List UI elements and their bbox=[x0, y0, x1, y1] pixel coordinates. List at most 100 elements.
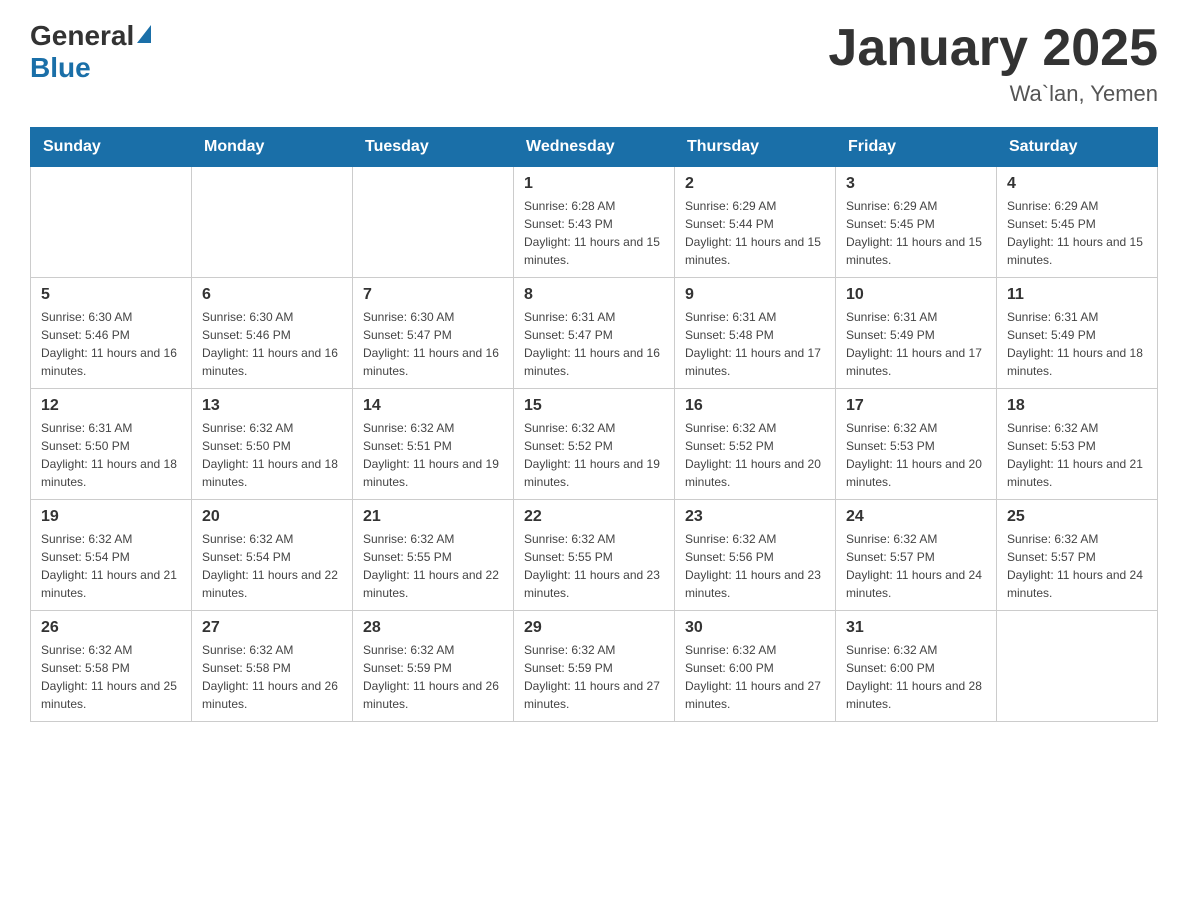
calendar-table: SundayMondayTuesdayWednesdayThursdayFrid… bbox=[30, 127, 1158, 722]
day-number: 6 bbox=[202, 286, 342, 304]
day-of-week-header: Monday bbox=[192, 128, 353, 167]
location-title: Wa`lan, Yemen bbox=[828, 81, 1158, 107]
calendar-cell: 13 Sunrise: 6:32 AMSunset: 5:50 PMDayligh… bbox=[192, 389, 353, 500]
calendar-cell: 27 Sunrise: 6:32 AMSunset: 5:58 PMDayligh… bbox=[192, 611, 353, 722]
day-info: Sunrise: 6:29 AMSunset: 5:44 PMDaylight:… bbox=[685, 197, 825, 269]
calendar-cell: 17Sunrise: 6:32 AMSunset: 5:53 PMDayligh… bbox=[836, 389, 997, 500]
day-number: 29 bbox=[524, 619, 664, 637]
day-number: 26 bbox=[41, 619, 181, 637]
calendar-week-row: 19Sunrise: 6:32 AMSunset: 5:54 PMDayligh… bbox=[31, 500, 1158, 611]
day-info: Sunrise: 6:32 AMSunset: 5:55 PMDaylight:… bbox=[363, 530, 503, 602]
calendar-cell: 21 Sunrise: 6:32 AMSunset: 5:55 PMDayligh… bbox=[353, 500, 514, 611]
day-number: 24 bbox=[846, 508, 986, 526]
logo-triangle-icon bbox=[137, 25, 151, 43]
day-info: Sunrise: 6:31 AMSunset: 5:48 PMDaylight:… bbox=[685, 308, 825, 380]
calendar-week-row: 1 Sunrise: 6:28 AMSunset: 5:43 PMDaylight… bbox=[31, 167, 1158, 278]
day-info: Sunrise: 6:32 AMSunset: 5:55 PMDaylight:… bbox=[524, 530, 664, 602]
calendar-cell: 14 Sunrise: 6:32 AMSunset: 5:51 PMDayligh… bbox=[353, 389, 514, 500]
day-number: 1 bbox=[524, 175, 664, 193]
day-info: Sunrise: 6:32 AMSunset: 5:58 PMDaylight:… bbox=[41, 641, 181, 713]
day-of-week-header: Wednesday bbox=[514, 128, 675, 167]
title-block: January 2025 Wa`lan, Yemen bbox=[828, 20, 1158, 107]
day-info: Sunrise: 6:29 AMSunset: 5:45 PMDaylight:… bbox=[1007, 197, 1147, 269]
day-number: 28 bbox=[363, 619, 503, 637]
day-info: Sunrise: 6:30 AMSunset: 5:47 PMDaylight:… bbox=[363, 308, 503, 380]
calendar-cell: 23Sunrise: 6:32 AMSunset: 5:56 PMDayligh… bbox=[675, 500, 836, 611]
calendar-cell bbox=[192, 167, 353, 278]
calendar-header-row: SundayMondayTuesdayWednesdayThursdayFrid… bbox=[31, 128, 1158, 167]
calendar-cell: 29 Sunrise: 6:32 AMSunset: 5:59 PMDayligh… bbox=[514, 611, 675, 722]
day-info: Sunrise: 6:32 AMSunset: 5:50 PMDaylight:… bbox=[202, 419, 342, 491]
day-info: Sunrise: 6:32 AMSunset: 6:00 PMDaylight:… bbox=[846, 641, 986, 713]
day-info: Sunrise: 6:31 AMSunset: 5:47 PMDaylight:… bbox=[524, 308, 664, 380]
day-info: Sunrise: 6:32 AMSunset: 5:51 PMDaylight:… bbox=[363, 419, 503, 491]
calendar-cell: 5Sunrise: 6:30 AMSunset: 5:46 PMDaylight… bbox=[31, 278, 192, 389]
day-number: 18 bbox=[1007, 397, 1147, 415]
calendar-cell: 1 Sunrise: 6:28 AMSunset: 5:43 PMDaylight… bbox=[514, 167, 675, 278]
day-number: 10 bbox=[846, 286, 986, 304]
calendar-cell: 22Sunrise: 6:32 AMSunset: 5:55 PMDayligh… bbox=[514, 500, 675, 611]
calendar-cell: 12 Sunrise: 6:31 AMSunset: 5:50 PMDayligh… bbox=[31, 389, 192, 500]
logo-blue-text: Blue bbox=[30, 52, 91, 83]
day-number: 27 bbox=[202, 619, 342, 637]
day-info: Sunrise: 6:32 AMSunset: 5:57 PMDaylight:… bbox=[1007, 530, 1147, 602]
day-info: Sunrise: 6:31 AMSunset: 5:50 PMDaylight:… bbox=[41, 419, 181, 491]
calendar-cell: 31 Sunrise: 6:32 AMSunset: 6:00 PMDayligh… bbox=[836, 611, 997, 722]
day-number: 13 bbox=[202, 397, 342, 415]
calendar-cell: 16Sunrise: 6:32 AMSunset: 5:52 PMDayligh… bbox=[675, 389, 836, 500]
day-number: 16 bbox=[685, 397, 825, 415]
day-number: 15 bbox=[524, 397, 664, 415]
page-header: General Blue January 2025 Wa`lan, Yemen bbox=[30, 20, 1158, 107]
day-number: 8 bbox=[524, 286, 664, 304]
calendar-cell: 20Sunrise: 6:32 AMSunset: 5:54 PMDayligh… bbox=[192, 500, 353, 611]
day-number: 7 bbox=[363, 286, 503, 304]
day-info: Sunrise: 6:32 AMSunset: 5:54 PMDaylight:… bbox=[41, 530, 181, 602]
day-number: 23 bbox=[685, 508, 825, 526]
day-number: 12 bbox=[41, 397, 181, 415]
calendar-week-row: 5Sunrise: 6:30 AMSunset: 5:46 PMDaylight… bbox=[31, 278, 1158, 389]
day-info: Sunrise: 6:29 AMSunset: 5:45 PMDaylight:… bbox=[846, 197, 986, 269]
calendar-cell: 11 Sunrise: 6:31 AMSunset: 5:49 PMDayligh… bbox=[997, 278, 1158, 389]
calendar-cell: 3 Sunrise: 6:29 AMSunset: 5:45 PMDaylight… bbox=[836, 167, 997, 278]
calendar-cell bbox=[353, 167, 514, 278]
calendar-cell: 19Sunrise: 6:32 AMSunset: 5:54 PMDayligh… bbox=[31, 500, 192, 611]
calendar-cell bbox=[997, 611, 1158, 722]
day-of-week-header: Tuesday bbox=[353, 128, 514, 167]
day-info: Sunrise: 6:32 AMSunset: 5:59 PMDaylight:… bbox=[524, 641, 664, 713]
calendar-cell: 15 Sunrise: 6:32 AMSunset: 5:52 PMDayligh… bbox=[514, 389, 675, 500]
day-number: 4 bbox=[1007, 175, 1147, 193]
day-info: Sunrise: 6:28 AMSunset: 5:43 PMDaylight:… bbox=[524, 197, 664, 269]
calendar-cell: 2 Sunrise: 6:29 AMSunset: 5:44 PMDaylight… bbox=[675, 167, 836, 278]
day-number: 3 bbox=[846, 175, 986, 193]
calendar-week-row: 12 Sunrise: 6:31 AMSunset: 5:50 PMDayligh… bbox=[31, 389, 1158, 500]
day-info: Sunrise: 6:32 AMSunset: 5:53 PMDaylight:… bbox=[1007, 419, 1147, 491]
calendar-cell: 25Sunrise: 6:32 AMSunset: 5:57 PMDayligh… bbox=[997, 500, 1158, 611]
day-of-week-header: Sunday bbox=[31, 128, 192, 167]
month-title: January 2025 bbox=[828, 20, 1158, 77]
day-number: 14 bbox=[363, 397, 503, 415]
day-number: 21 bbox=[363, 508, 503, 526]
calendar-cell: 30Sunrise: 6:32 AMSunset: 6:00 PMDayligh… bbox=[675, 611, 836, 722]
calendar-cell: 8 Sunrise: 6:31 AMSunset: 5:47 PMDaylight… bbox=[514, 278, 675, 389]
day-number: 2 bbox=[685, 175, 825, 193]
day-info: Sunrise: 6:32 AMSunset: 6:00 PMDaylight:… bbox=[685, 641, 825, 713]
day-number: 31 bbox=[846, 619, 986, 637]
day-info: Sunrise: 6:32 AMSunset: 5:52 PMDaylight:… bbox=[524, 419, 664, 491]
calendar-cell: 10Sunrise: 6:31 AMSunset: 5:49 PMDayligh… bbox=[836, 278, 997, 389]
calendar-cell: 28 Sunrise: 6:32 AMSunset: 5:59 PMDayligh… bbox=[353, 611, 514, 722]
calendar-week-row: 26 Sunrise: 6:32 AMSunset: 5:58 PMDayligh… bbox=[31, 611, 1158, 722]
calendar-cell: 26 Sunrise: 6:32 AMSunset: 5:58 PMDayligh… bbox=[31, 611, 192, 722]
day-info: Sunrise: 6:31 AMSunset: 5:49 PMDaylight:… bbox=[1007, 308, 1147, 380]
calendar-cell bbox=[31, 167, 192, 278]
day-number: 11 bbox=[1007, 286, 1147, 304]
calendar-cell: 9 Sunrise: 6:31 AMSunset: 5:48 PMDaylight… bbox=[675, 278, 836, 389]
day-of-week-header: Friday bbox=[836, 128, 997, 167]
day-of-week-header: Thursday bbox=[675, 128, 836, 167]
day-info: Sunrise: 6:32 AMSunset: 5:59 PMDaylight:… bbox=[363, 641, 503, 713]
calendar-cell: 18 Sunrise: 6:32 AMSunset: 5:53 PMDayligh… bbox=[997, 389, 1158, 500]
day-info: Sunrise: 6:32 AMSunset: 5:58 PMDaylight:… bbox=[202, 641, 342, 713]
day-number: 17 bbox=[846, 397, 986, 415]
day-info: Sunrise: 6:30 AMSunset: 5:46 PMDaylight:… bbox=[202, 308, 342, 380]
calendar-cell: 7 Sunrise: 6:30 AMSunset: 5:47 PMDaylight… bbox=[353, 278, 514, 389]
day-number: 9 bbox=[685, 286, 825, 304]
